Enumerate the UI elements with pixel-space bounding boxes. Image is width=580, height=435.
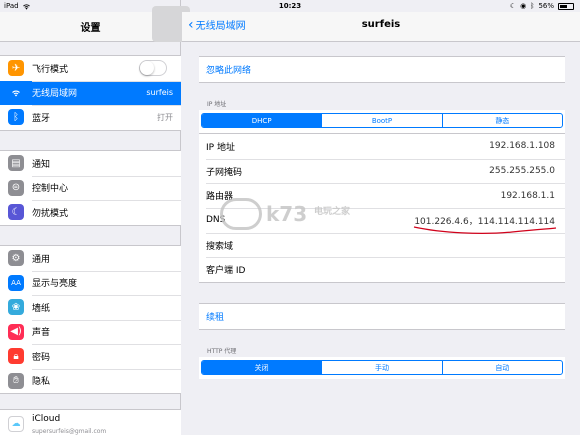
sidebar-item-label: 声音 xyxy=(32,328,51,339)
status-time: 10:23 xyxy=(278,2,302,10)
proxy-mode-manual[interactable]: 手动 xyxy=(321,361,441,374)
ip-mode-bootp[interactable]: BootP xyxy=(321,114,441,127)
battery-level xyxy=(560,4,567,8)
sidebar-item-label: 无线局域网 xyxy=(32,89,78,100)
status-bar: iPad 10:23 ☾ ◉ ᛒ 56% xyxy=(0,0,580,12)
row-label: IP 地址 xyxy=(206,142,235,153)
row-label: 子网掩码 xyxy=(206,167,243,178)
renew-lease-group: 续租 xyxy=(199,303,565,330)
bluetooth-status: 打开 xyxy=(157,112,173,122)
ip-mode-dhcp[interactable]: DHCP xyxy=(202,114,322,127)
forget-network-group: 忽略此网络 xyxy=(199,56,565,83)
bluetooth-icon: ᛒ xyxy=(8,109,24,126)
sidebar-item-display[interactable]: AA 显示与亮度 xyxy=(0,270,181,296)
airplane-icon: ✈ xyxy=(8,60,24,77)
forget-network-button[interactable]: 忽略此网络 xyxy=(199,57,565,82)
icloud-account: supersurfeis@gmail.com xyxy=(32,428,107,435)
client-id-row[interactable]: 客户端 ID xyxy=(199,257,565,282)
airplane-mode-toggle[interactable] xyxy=(139,60,167,77)
wifi-network-name: surfeis xyxy=(146,88,173,98)
sidebar-item-bluetooth[interactable]: ᛒ 蓝牙 打开 xyxy=(0,105,181,130)
annotation-underline xyxy=(413,226,557,235)
watermark-subtext: 电玩之家 xyxy=(314,207,351,217)
page-title: surfeis xyxy=(361,19,401,30)
sidebar-item-sounds[interactable]: ◀) 声音 xyxy=(0,319,181,345)
row-label: 客户端 ID xyxy=(206,266,246,277)
cloud-icon: ☁ xyxy=(8,416,24,432)
sidebar-item-wallpaper[interactable]: ❀ 墙纸 xyxy=(0,295,181,320)
ip-mode-segmented-control: DHCP BootP 静态 xyxy=(201,113,563,128)
sidebar-item-label: 蓝牙 xyxy=(32,113,51,124)
sidebar-group-notifications: ▤ 通知 ⊜ 控制中心 ☾ 勿扰模式 xyxy=(0,150,181,226)
wallpaper-icon: ❀ xyxy=(8,299,24,316)
lock-icon: 🔒︎ xyxy=(8,348,24,365)
ip-address-row: IP 地址 192.168.1.108 xyxy=(199,134,565,159)
http-proxy-section-label: HTTP 代理 xyxy=(207,348,237,355)
icloud-title: iCloud xyxy=(32,414,61,424)
sidebar-group-connectivity: ✈ 飞行模式 无线局域网 surfeis ᛒ 蓝牙 打开 xyxy=(0,55,181,131)
subnet-mask-row: 子网掩码 255.255.255.0 xyxy=(199,158,565,184)
sound-icon: ◀) xyxy=(8,323,24,340)
sidebar-item-label: 墙纸 xyxy=(32,303,51,314)
sidebar-item-label: 通用 xyxy=(32,254,51,265)
moon-icon: ☾ xyxy=(8,204,24,221)
battery-icon xyxy=(558,2,574,10)
gear-icon: ⚙ xyxy=(8,250,24,267)
row-label: 搜索域 xyxy=(206,241,234,252)
battery-percent: 56% xyxy=(538,2,554,10)
search-domains-row[interactable]: 搜索域 xyxy=(199,232,565,258)
notifications-icon: ▤ xyxy=(8,155,24,172)
toggle-knob xyxy=(140,61,154,76)
proxy-mode-segmented-control: 关闭 手动 自动 xyxy=(201,360,563,375)
ip-mode-static[interactable]: 静态 xyxy=(441,114,562,127)
sidebar-group-general: ⚙ 通用 AA 显示与亮度 ❀ 墙纸 ◀) 声音 🔒︎ 密码 ✋︎ 隐私 xyxy=(0,245,181,394)
wifi-icon xyxy=(8,84,24,101)
detail-header: ‹ 无线局域网 surfeis xyxy=(182,12,580,42)
ip-address-value: 192.168.1.108 xyxy=(489,141,555,152)
sidebar-item-airplane-mode[interactable]: ✈ 飞行模式 xyxy=(0,56,181,81)
sidebar-item-label: 显示与亮度 xyxy=(32,279,78,290)
watermark-logo: k73 电玩之家 xyxy=(218,196,368,236)
alarm-icon: ◉ xyxy=(520,2,527,10)
proxy-mode-off[interactable]: 关闭 xyxy=(202,361,322,374)
sidebar-item-label: 隐私 xyxy=(32,377,51,388)
sidebar-item-passcode[interactable]: 🔒︎ 密码 xyxy=(0,344,181,369)
sidebar-item-notifications[interactable]: ▤ 通知 xyxy=(0,151,181,176)
sidebar-item-privacy[interactable]: ✋︎ 隐私 xyxy=(0,368,181,394)
sidebar-item-general[interactable]: ⚙ 通用 xyxy=(0,246,181,271)
sidebar-item-label: 通知 xyxy=(32,159,51,170)
renew-lease-button[interactable]: 续租 xyxy=(199,304,565,329)
sidebar-item-label: 控制中心 xyxy=(32,184,69,195)
sidebar-item-label: 密码 xyxy=(32,352,51,363)
bluetooth-status-icon: ᛒ xyxy=(530,2,535,10)
ip-section-label: IP 地址 xyxy=(207,101,227,108)
display-icon: AA xyxy=(8,274,24,291)
sidebar-item-icloud[interactable]: ☁ iCloud supersurfeis@gmail.com xyxy=(0,409,181,435)
gamepad-icon xyxy=(220,198,262,230)
hand-icon: ✋︎ xyxy=(8,372,24,389)
sidebar-item-wifi[interactable]: 无线局域网 surfeis xyxy=(0,80,181,105)
sidebar-item-label: 勿扰模式 xyxy=(32,208,69,219)
proxy-mode-auto[interactable]: 自动 xyxy=(441,361,562,374)
control-center-icon: ⊜ xyxy=(8,179,24,196)
status-right: ☾ ◉ ᛒ 56% xyxy=(510,2,574,10)
subnet-mask-value: 255.255.255.0 xyxy=(489,166,555,177)
settings-sidebar: 设置 ✈ 飞行模式 无线局域网 surfeis ᛒ 蓝牙 打开 ▤ 通知 ⊜ 控… xyxy=(0,0,181,435)
watermark-text: k73 xyxy=(266,202,308,226)
sidebar-item-do-not-disturb[interactable]: ☾ 勿扰模式 xyxy=(0,200,181,225)
sidebar-item-control-center[interactable]: ⊜ 控制中心 xyxy=(0,175,181,201)
router-value: 192.168.1.1 xyxy=(500,190,555,201)
moon-status-icon: ☾ xyxy=(509,2,517,10)
sidebar-item-label: 飞行模式 xyxy=(32,64,69,75)
